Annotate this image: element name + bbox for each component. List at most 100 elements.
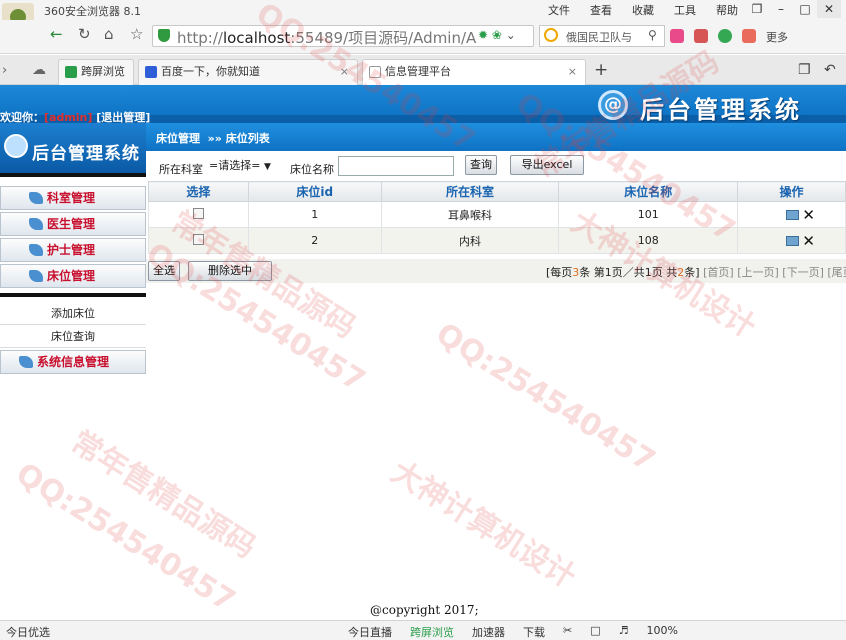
search-icon[interactable]: ⚲ — [648, 28, 657, 42]
first-page-link[interactable]: [首页] — [703, 266, 734, 279]
menu-file[interactable]: 文件 — [548, 2, 570, 18]
watermark: QQ:254540457 — [429, 316, 662, 479]
menu-favorites[interactable]: 收藏 — [632, 2, 654, 18]
logo-icon: @ — [598, 90, 628, 120]
status-items: 今日直播 跨屏浏览 加速器 下载 ✂ □ ♬ 100% — [348, 624, 678, 640]
sidebar-logo-text: 后台管理系统 — [32, 144, 140, 164]
extension-icon[interactable] — [718, 29, 732, 43]
breadcrumb-page: 床位列表 — [225, 132, 270, 145]
new-tab-button[interactable]: + — [594, 60, 608, 80]
leaf-icon[interactable]: ❀ — [492, 28, 502, 42]
dropdown-arrow-icon: ▼ — [263, 162, 271, 172]
close-tab-icon[interactable]: × — [568, 60, 577, 84]
sidebar-item-department[interactable]: 科室管理 — [0, 186, 146, 210]
refresh-icon[interactable]: ↻ — [78, 25, 91, 43]
status-today-picks[interactable]: 今日优选 — [6, 624, 50, 640]
tab-cross-screen[interactable]: 跨屏浏览 — [58, 59, 134, 85]
tab-info-platform[interactable]: 信息管理平台 × — [362, 59, 586, 85]
address-icons: ✹ ❀ ⌄ — [478, 28, 516, 42]
breadcrumb-section[interactable]: 床位管理 — [156, 132, 200, 145]
col-bed-name: 床位名称 — [558, 181, 739, 202]
row-checkbox[interactable] — [192, 207, 204, 219]
edit-icon[interactable] — [785, 236, 799, 246]
sidebar-item-bed[interactable]: 床位管理 — [0, 264, 146, 288]
extension-icon[interactable] — [670, 29, 684, 43]
search-input[interactable]: 俄国民卫队与 — [566, 29, 646, 45]
status-accelerator[interactable]: 加速器 — [472, 624, 505, 640]
close-tab-icon[interactable]: × — [340, 60, 349, 84]
status-download[interactable]: 下载 — [523, 624, 545, 640]
minimize-button[interactable]: – — [769, 0, 793, 18]
sidebar-item-nurse[interactable]: 护士管理 — [0, 238, 146, 262]
watermark: QQ:254540457 — [9, 456, 242, 619]
sidebar-item-system[interactable]: 系统信息管理 — [0, 350, 146, 374]
gear-icon[interactable]: ✹ — [478, 28, 488, 42]
export-excel-button[interactable]: 导出excel — [510, 155, 584, 175]
more-extensions[interactable]: 更多 — [766, 29, 788, 45]
menu-icon — [29, 192, 43, 204]
menu-tools[interactable]: 工具 — [674, 2, 696, 18]
sidebar-item-doctor[interactable]: 医生管理 — [0, 212, 146, 236]
search-engine-icon[interactable] — [544, 28, 558, 42]
maximize-button[interactable]: □ — [793, 0, 817, 18]
col-actions: 操作 — [737, 181, 846, 202]
menu-icon — [29, 218, 43, 230]
window-icon[interactable]: □ — [590, 624, 600, 640]
baidu-icon — [145, 66, 157, 78]
extension-icon[interactable] — [694, 29, 708, 43]
tab-list-icon[interactable]: ❐ — [798, 62, 811, 78]
address-text[interactable]: http://localhost:55489/项目源码/Admin/Admir — [177, 27, 477, 48]
phone-icon — [65, 66, 77, 78]
edit-icon[interactable] — [785, 210, 799, 220]
pagination: [每页3条 第1页／共1页 共2条] [首页] [上一页] [下一页] [尾页] — [546, 264, 846, 280]
bed-table: 选择 床位id 所在科室 床位名称 操作 1 耳鼻喉科 101 ✕ 2 内科 1… — [148, 181, 846, 254]
row-checkbox[interactable] — [192, 233, 204, 245]
delete-icon[interactable]: ✕ — [802, 234, 815, 249]
watermark: 大神计算机设计 — [384, 454, 582, 596]
extensions-bar: 更多 — [670, 29, 788, 45]
last-page-link[interactable]: [尾页] — [827, 266, 846, 279]
next-page-link[interactable]: [下一页] — [782, 266, 824, 279]
sidebar-divider — [0, 173, 146, 177]
delete-selected-button[interactable]: 删除选中 — [188, 261, 272, 281]
close-button[interactable]: ✕ — [817, 0, 841, 18]
tab-scroll-icon[interactable]: › — [2, 63, 7, 78]
page-icon — [369, 66, 381, 78]
table-row: 2 内科 108 ✕ — [148, 227, 846, 254]
chevron-down-icon[interactable]: ⌄ — [506, 28, 516, 42]
breadcrumb: 床位管理 »» 床位列表 — [156, 132, 270, 145]
watermark: 常年售精品源码 — [64, 424, 262, 566]
status-cross-screen[interactable]: 跨屏浏览 — [410, 624, 454, 640]
menu-help[interactable]: 帮助 — [716, 2, 738, 18]
select-all-button[interactable]: 全选 — [148, 261, 180, 281]
bed-name-label: 床位名称 — [290, 163, 334, 176]
col-bed-id: 床位id — [247, 181, 382, 202]
back-icon[interactable]: ← — [50, 25, 63, 43]
tab-baidu[interactable]: 百度一下，你就知道 × — [138, 59, 358, 85]
shield-icon — [158, 29, 170, 42]
delete-icon[interactable]: ✕ — [802, 208, 815, 223]
zoom-level[interactable]: 100% — [647, 624, 678, 640]
skin-icon[interactable]: ❐ — [745, 0, 769, 18]
home-icon[interactable]: ⌂ — [104, 25, 114, 43]
scissors-icon[interactable]: ✂ — [563, 624, 572, 640]
query-button[interactable]: 查询 — [465, 155, 497, 175]
star-icon[interactable]: ☆ — [130, 25, 143, 43]
prev-page-link[interactable]: [上一页] — [737, 266, 779, 279]
sidebar-sub-query-bed[interactable]: 床位查询 — [0, 326, 146, 348]
dept-label: 所在科室 — [159, 163, 203, 176]
cloud-icon[interactable]: ☁ — [32, 62, 46, 78]
menu-view[interactable]: 查看 — [590, 2, 612, 18]
volume-icon[interactable]: ♬ — [619, 624, 629, 640]
undo-icon[interactable]: ↶ — [824, 62, 836, 78]
dept-select[interactable]: =请选择= ▼ — [208, 156, 280, 174]
bed-name-input[interactable] — [338, 156, 454, 176]
sidebar-sub-add-bed[interactable]: 添加床位 — [0, 303, 146, 325]
menu-icon — [29, 270, 43, 282]
cell-bed-name: 101 — [558, 201, 739, 228]
status-live[interactable]: 今日直播 — [348, 624, 392, 640]
extension-icon[interactable] — [742, 29, 756, 43]
cell-bed-id: 2 — [247, 227, 382, 254]
browser-menu: 文件 查看 收藏 工具 帮助 — [548, 2, 738, 18]
cell-dept: 耳鼻喉科 — [380, 201, 560, 228]
